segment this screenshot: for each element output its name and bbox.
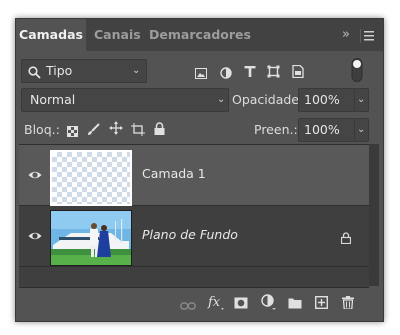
blend-mode-value: Normal: [30, 92, 76, 107]
layers-scrollbar[interactable]: [369, 144, 379, 286]
layers-bottom-toolbar: fx: [16, 286, 383, 320]
opacity-label: Opacidade:: [232, 92, 304, 107]
add-mask-icon[interactable]: [234, 294, 248, 313]
new-layer-icon[interactable]: [314, 294, 329, 313]
delete-layer-trash-icon[interactable]: [342, 294, 354, 313]
chevron-down-icon: ⌄: [217, 94, 226, 105]
opacity-dropdown[interactable]: ⌄: [354, 88, 369, 112]
layer-thumbnail-photo: [50, 210, 132, 266]
lock-position-icon[interactable]: [109, 120, 123, 139]
new-adjustment-layer-icon[interactable]: [261, 294, 277, 314]
opacity-value: 100%: [304, 92, 340, 107]
panel-collapse-button[interactable]: »: [342, 19, 350, 51]
panel-menu-icon[interactable]: [359, 28, 374, 43]
fill-input[interactable]: 100%: [298, 118, 355, 142]
layer-name[interactable]: Plano de Fundo: [142, 227, 238, 242]
fill-dropdown[interactable]: ⌄: [354, 118, 369, 142]
filter-toggle-icon[interactable]: [351, 58, 363, 86]
visibility-eye-icon[interactable]: [28, 167, 42, 181]
chevron-down-icon: ⌄: [132, 65, 141, 76]
adjustment-filter-icon[interactable]: [220, 64, 232, 83]
lock-transparent-pixels-icon[interactable]: [67, 122, 78, 141]
shape-filter-icon[interactable]: [267, 63, 280, 82]
tab-canais[interactable]: Canais: [94, 19, 141, 51]
layers-panel: Camadas Canais Demarcadores » Tipo ⌄ Nor…: [15, 18, 384, 322]
filter-label: Tipo: [46, 63, 73, 78]
lock-label: Bloq.:: [24, 122, 60, 137]
fill-value: 100%: [304, 122, 340, 137]
tab-demarcadores[interactable]: Demarcadores: [149, 19, 251, 51]
opacity-input[interactable]: 100%: [298, 88, 355, 112]
link-layers-icon[interactable]: [180, 296, 196, 315]
blend-mode-select[interactable]: Normal ⌄: [21, 88, 229, 112]
image-filter-icon[interactable]: [195, 64, 207, 83]
smart-object-filter-icon[interactable]: [292, 63, 304, 82]
layer-row-plano-de-fundo[interactable]: Plano de Fundo: [19, 206, 369, 267]
tab-camadas[interactable]: Camadas: [16, 19, 86, 51]
fill-label: Preen.:: [254, 122, 298, 137]
layers-list: Camada 1 Plano de Fundo: [19, 144, 369, 288]
panel-tab-bar: Camadas Canais Demarcadores »: [16, 19, 383, 51]
layer-thumbnail-transparent: [50, 150, 132, 206]
lock-artboard-icon[interactable]: [131, 121, 145, 140]
layer-filter-select[interactable]: Tipo ⌄: [21, 59, 147, 83]
new-group-folder-icon[interactable]: [288, 294, 302, 313]
chevron-down-icon: ⌄: [357, 124, 366, 135]
svg-text:fx: fx: [207, 295, 221, 310]
lock-all-icon[interactable]: [154, 120, 165, 139]
layer-style-fx-icon[interactable]: fx: [207, 292, 225, 314]
layer-name[interactable]: Camada 1: [142, 166, 206, 181]
text-filter-icon[interactable]: [244, 63, 256, 82]
visibility-eye-icon[interactable]: [28, 228, 42, 242]
chevron-down-icon: ⌄: [357, 94, 366, 105]
search-icon: [28, 64, 41, 86]
lock-image-pixels-icon[interactable]: [87, 121, 100, 140]
lock-icon[interactable]: [340, 229, 352, 248]
layer-row-camada-1[interactable]: Camada 1: [19, 145, 369, 206]
